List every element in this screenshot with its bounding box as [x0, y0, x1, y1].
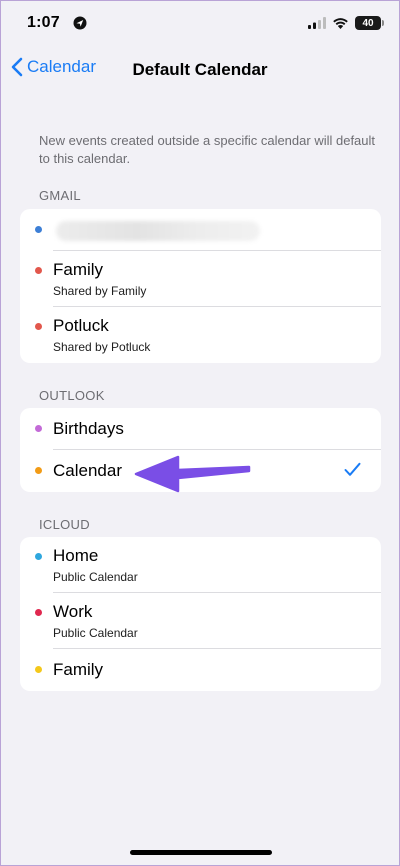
calendar-title: Calendar [53, 461, 122, 480]
calendar-color-dot [35, 267, 42, 274]
calendar-subtitle: Public Calendar [53, 626, 138, 640]
calendar-color-dot [35, 609, 42, 616]
home-indicator[interactable] [130, 850, 272, 855]
calendar-title: Potluck [53, 316, 109, 335]
calendar-color-dot [35, 323, 42, 330]
section-header-icloud: ICLOUD [39, 517, 90, 532]
calendar-row-birthdays[interactable]: Birthdays [20, 408, 381, 450]
page-title: Default Calendar [132, 60, 268, 79]
calendar-row-gmail-account[interactable] [20, 209, 381, 251]
battery-icon: 40 [355, 16, 384, 30]
calendar-row-home[interactable]: Home Public Calendar [20, 537, 381, 593]
calendar-row-work[interactable]: Work Public Calendar [20, 593, 381, 649]
status-time: 1:07 [27, 14, 60, 31]
calendar-group-icloud: Home Public Calendar Work Public Calenda… [20, 537, 381, 691]
calendar-title: Birthdays [53, 419, 124, 438]
redacted-calendar-name [56, 221, 260, 241]
calendar-color-dot [35, 226, 42, 233]
status-indicators: 40 [308, 16, 384, 30]
description-text: New events created outside a specific ca… [39, 133, 376, 166]
calendar-title: Family [53, 260, 104, 279]
calendar-color-dot [35, 467, 42, 474]
calendar-title: Family [53, 660, 104, 679]
calendar-row-family-gmail[interactable]: Family Shared by Family [20, 251, 381, 307]
navigation-bar: Calendar Default Calendar [1, 51, 399, 87]
battery-level: 40 [362, 17, 374, 29]
section-header-outlook: OUTLOOK [39, 388, 105, 403]
calendar-subtitle: Shared by Family [53, 284, 147, 298]
calendar-title: Work [53, 602, 93, 621]
checkmark-icon [344, 462, 361, 476]
calendar-color-dot [35, 553, 42, 560]
calendar-row-potluck[interactable]: Potluck Shared by Potluck [20, 307, 381, 363]
arrow-left-icon [134, 455, 251, 493]
calendar-group-gmail: Family Shared by Family Potluck Shared b… [20, 209, 381, 363]
wifi-icon [333, 18, 348, 29]
cellular-signal-icon [308, 17, 326, 29]
calendar-color-dot [35, 425, 42, 432]
calendar-subtitle: Public Calendar [53, 570, 138, 584]
calendar-row-family-icloud[interactable]: Family [20, 649, 381, 691]
section-header-gmail: GMAIL [39, 188, 81, 203]
location-icon [73, 16, 87, 30]
status-bar: 1:07 40 [1, 1, 399, 41]
calendar-color-dot [35, 666, 42, 673]
calendar-title: Home [53, 546, 99, 565]
calendar-subtitle: Shared by Potluck [53, 340, 151, 354]
